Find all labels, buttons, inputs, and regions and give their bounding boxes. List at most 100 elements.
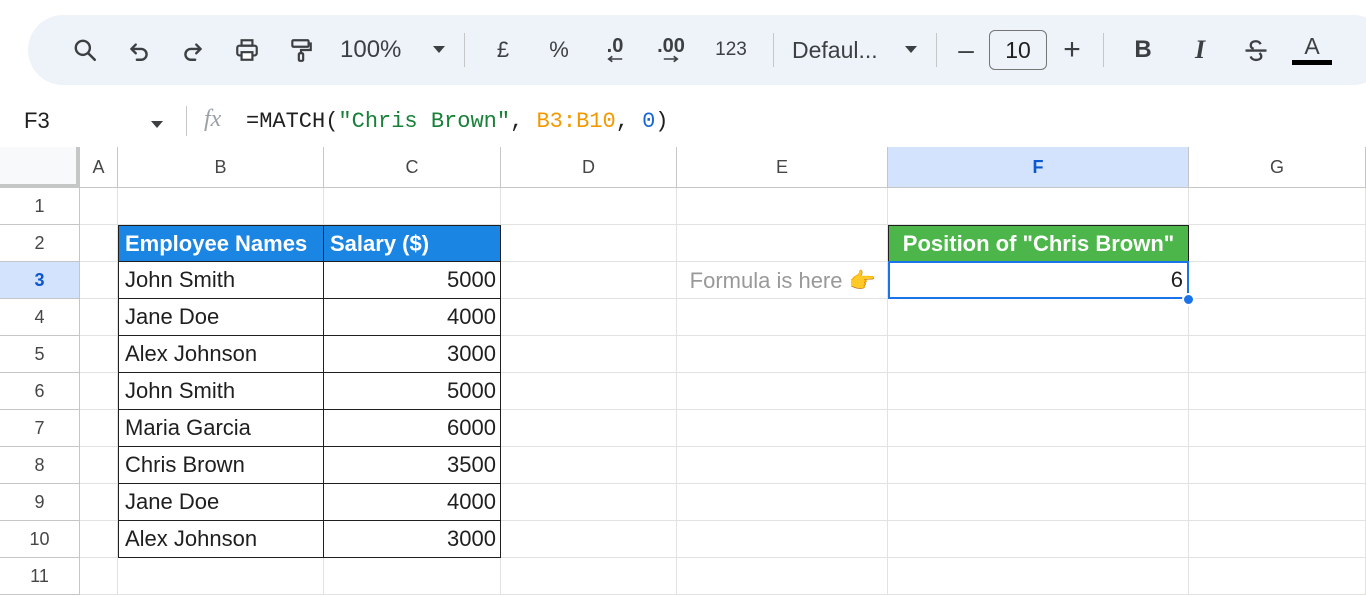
number-format-button[interactable]: 123 (699, 30, 763, 70)
grid-cell[interactable] (677, 336, 888, 373)
chevron-down-icon[interactable] (424, 30, 454, 70)
column-header-a[interactable]: A (80, 147, 118, 188)
salary-cell[interactable]: 4000 (323, 298, 501, 336)
grid-cell[interactable] (501, 484, 677, 521)
grid-cell[interactable] (1189, 484, 1366, 521)
salary-cell[interactable]: 3500 (323, 446, 501, 484)
salary-cell[interactable]: 5000 (323, 261, 501, 299)
row-header-7[interactable]: 7 (0, 410, 80, 447)
row-header-4[interactable]: 4 (0, 299, 80, 336)
grid-cell[interactable] (888, 336, 1189, 373)
currency-button[interactable]: £ (475, 30, 531, 70)
header-employee-names[interactable]: Employee Names (118, 225, 324, 262)
grid-cell[interactable] (501, 299, 677, 336)
chevron-down-icon[interactable] (150, 117, 164, 135)
header-salary[interactable]: Salary ($) (323, 225, 501, 262)
grid-cell[interactable] (677, 188, 888, 225)
grid-cell[interactable] (1189, 410, 1366, 447)
row-header-6[interactable]: 6 (0, 373, 80, 410)
grid-cell[interactable] (888, 521, 1189, 558)
salary-cell[interactable]: 6000 (323, 409, 501, 447)
grid-cell[interactable] (1189, 447, 1366, 484)
grid-cell[interactable] (80, 521, 118, 558)
grid-cell[interactable] (501, 373, 677, 410)
grid-cell[interactable] (118, 188, 324, 225)
grid-cell[interactable] (888, 484, 1189, 521)
column-header-c[interactable]: C (324, 147, 501, 188)
grid-cell[interactable] (501, 447, 677, 484)
grid-cell[interactable] (80, 188, 118, 225)
redo-icon[interactable] (166, 30, 220, 70)
grid-cell[interactable] (1189, 262, 1366, 299)
decrease-decimal-button[interactable]: .0 (587, 30, 643, 70)
decrease-font-size-button[interactable]: – (947, 30, 985, 70)
grid-cell[interactable] (80, 484, 118, 521)
grid-cell[interactable] (80, 447, 118, 484)
percent-button[interactable]: % (531, 30, 587, 70)
grid-cell[interactable] (80, 410, 118, 447)
grid-cell[interactable] (80, 262, 118, 299)
grid-cell[interactable] (324, 558, 501, 595)
grid-cell[interactable] (888, 558, 1189, 595)
salary-cell[interactable]: 5000 (323, 372, 501, 410)
grid-cell[interactable] (677, 373, 888, 410)
salary-cell[interactable]: 3000 (323, 520, 501, 558)
grid-cell[interactable] (1189, 225, 1366, 262)
grid-cell[interactable] (501, 262, 677, 299)
undo-icon[interactable] (112, 30, 166, 70)
paint-format-icon[interactable] (274, 30, 328, 70)
search-icon[interactable] (58, 30, 112, 70)
grid-cell[interactable] (80, 373, 118, 410)
zoom-select[interactable]: 100% (328, 30, 424, 70)
grid-cell[interactable] (888, 188, 1189, 225)
grid-cell[interactable] (677, 521, 888, 558)
grid-cell[interactable] (888, 299, 1189, 336)
increase-decimal-button[interactable]: .00 (643, 30, 699, 70)
row-header-1[interactable]: 1 (0, 188, 80, 225)
grid-cell[interactable] (80, 558, 118, 595)
grid-cell[interactable] (501, 558, 677, 595)
row-header-8[interactable]: 8 (0, 447, 80, 484)
grid-cell[interactable] (888, 447, 1189, 484)
grid-cell[interactable] (324, 188, 501, 225)
salary-cell[interactable]: 3000 (323, 335, 501, 373)
increase-font-size-button[interactable]: + (1051, 30, 1093, 70)
grid-cell[interactable] (1189, 336, 1366, 373)
name-cell[interactable]: Jane Doe (118, 298, 324, 336)
grid-cell[interactable] (1189, 558, 1366, 595)
formula-note[interactable]: Formula is here 👉 (677, 262, 888, 299)
select-all-corner[interactable] (0, 147, 80, 188)
grid-cell[interactable] (501, 225, 677, 262)
name-cell[interactable]: Jane Doe (118, 483, 324, 521)
strikethrough-icon[interactable] (1228, 30, 1284, 70)
name-box[interactable]: F3 (24, 108, 50, 134)
grid-cell[interactable] (501, 410, 677, 447)
formula-input[interactable]: =MATCH("Chris Brown", B3:B10, 0) (246, 109, 669, 134)
name-cell[interactable]: Alex Johnson (118, 335, 324, 373)
grid-cell[interactable] (888, 373, 1189, 410)
italic-button[interactable]: I (1172, 30, 1228, 70)
grid-cell[interactable] (501, 188, 677, 225)
grid-cell[interactable] (501, 521, 677, 558)
grid-cell[interactable] (677, 484, 888, 521)
salary-cell[interactable]: 4000 (323, 483, 501, 521)
row-header-3[interactable]: 3 (0, 262, 80, 299)
grid-cell[interactable] (80, 225, 118, 262)
grid-cell[interactable] (118, 558, 324, 595)
font-family-select[interactable]: Defaul... (784, 30, 896, 70)
grid-cell[interactable] (677, 447, 888, 484)
result-cell[interactable]: 6 (888, 261, 1189, 299)
name-cell[interactable]: Alex Johnson (118, 520, 324, 558)
row-header-10[interactable]: 10 (0, 521, 80, 558)
row-header-9[interactable]: 9 (0, 484, 80, 521)
row-header-5[interactable]: 5 (0, 336, 80, 373)
column-header-f[interactable]: F (888, 147, 1189, 188)
header-position[interactable]: Position of "Chris Brown" (888, 225, 1189, 262)
fill-handle[interactable] (1182, 293, 1195, 306)
grid-cell[interactable] (677, 299, 888, 336)
name-cell[interactable]: John Smith (118, 261, 324, 299)
column-header-d[interactable]: D (501, 147, 677, 188)
grid-cell[interactable] (1189, 188, 1366, 225)
grid-cell[interactable] (677, 225, 888, 262)
name-cell[interactable]: John Smith (118, 372, 324, 410)
